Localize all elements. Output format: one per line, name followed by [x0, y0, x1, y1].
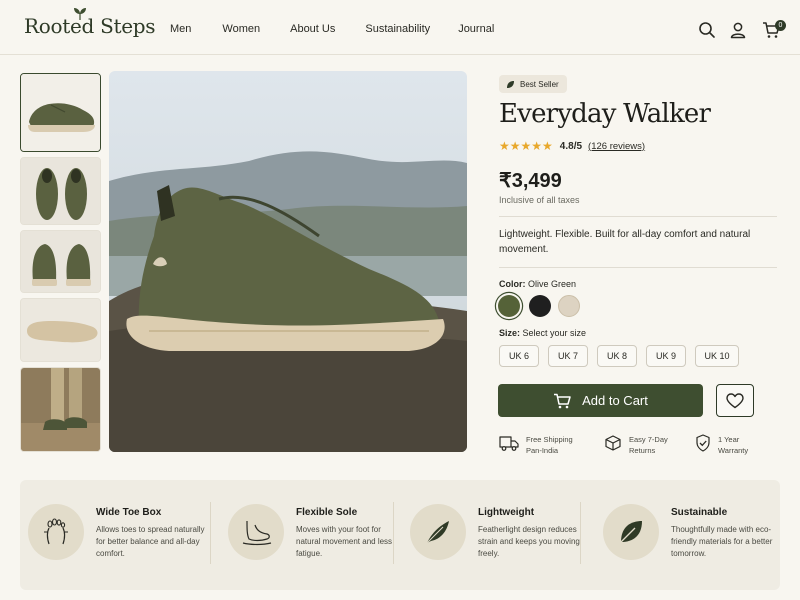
size-option-uk9[interactable]: UK 9 — [646, 345, 686, 367]
size-label: Size: Select your size — [499, 328, 587, 338]
feature-divider — [393, 502, 394, 564]
divider — [499, 267, 777, 268]
heart-icon — [726, 392, 744, 408]
nav-item-sustainability[interactable]: Sustainability — [365, 23, 430, 35]
feature-desc-sustainable: Thoughtfully made with eco-friendly mate… — [671, 525, 773, 558]
size-option-uk8[interactable]: UK 8 — [597, 345, 637, 367]
search-icon[interactable] — [698, 21, 716, 39]
perk-free-shipping: Free Shipping Pan-India — [499, 434, 573, 456]
perk-line2: Returns — [629, 446, 656, 455]
leaf-badge-icon — [507, 80, 514, 88]
foot-toes-icon — [44, 518, 68, 545]
perk-line1: 1 Year — [718, 435, 740, 444]
product-rating: ★★★★★ 4.8/5 (126 reviews) — [499, 139, 645, 153]
feature-divider — [210, 502, 211, 564]
color-swatch-beige[interactable] — [558, 295, 580, 317]
site-header: Rooted Steps Men Women About Us Sustaina… — [0, 0, 800, 55]
nav-item-about-us[interactable]: About Us — [290, 23, 335, 35]
tax-note: Inclusive of all taxes — [499, 195, 580, 205]
feature-title-sustainable: Sustainable — [671, 507, 728, 518]
feature-desc-lightweight: Featherlight design reduces strain and k… — [478, 525, 580, 558]
thumbnail-lifestyle[interactable] — [20, 367, 101, 452]
size-option-uk7[interactable]: UK 7 — [548, 345, 588, 367]
perk-line2: Warranty — [718, 446, 749, 455]
best-seller-badge: Best Seller — [499, 75, 567, 93]
color-label: Color: Olive Green — [499, 279, 577, 289]
shield-check-icon — [696, 434, 710, 452]
perk-line1: Easy 7-Day — [629, 435, 668, 444]
thumbnail-top-view[interactable] — [20, 157, 101, 225]
package-return-icon — [605, 435, 621, 451]
size-selector: UK 6 UK 7 UK 8 UK 9 UK 10 — [499, 345, 748, 367]
size-option-uk10[interactable]: UK 10 — [695, 345, 739, 367]
selected-color: Olive Green — [528, 279, 577, 289]
feature-icon-wrap — [410, 504, 466, 560]
cart-count-badge: 0 — [775, 20, 786, 31]
thumbnail-sole-view[interactable] — [20, 298, 101, 362]
color-swatch-olive[interactable] — [498, 295, 520, 317]
brand-name: Rooted Steps — [24, 14, 156, 38]
perk-line1: Free Shipping — [526, 435, 573, 444]
feature-divider — [580, 502, 581, 564]
feature-title-flexible-sole: Flexible Sole — [296, 507, 358, 518]
thumbnail-back-view[interactable] — [20, 230, 101, 293]
product-title: Everyday Walker — [499, 99, 711, 129]
size-hint: Select your size — [522, 328, 587, 338]
size-option-uk6[interactable]: UK 6 — [499, 345, 539, 367]
rating-value: 4.8/5 — [559, 140, 583, 152]
add-to-cart-button[interactable]: Add to Cart — [498, 384, 703, 417]
perk-returns: Easy 7-Day Returns — [604, 434, 668, 456]
feature-icon-wrap — [603, 504, 659, 560]
main-product-image[interactable] — [109, 71, 467, 452]
feature-desc-flexible-sole: Moves with your foot for natural movemen… — [296, 525, 393, 558]
reviews-link[interactable]: (126 reviews) — [588, 141, 645, 152]
product-price: ₹3,499 — [499, 170, 562, 192]
color-swatch-black[interactable] — [529, 295, 551, 317]
nav-item-journal[interactable]: Journal — [458, 23, 494, 35]
thumbnail-side-view[interactable] — [20, 73, 101, 152]
feature-title-wide-toe-box: Wide Toe Box — [96, 507, 162, 518]
nav-item-men[interactable]: Men — [170, 23, 191, 35]
perk-warranty: 1 Year Warranty — [695, 434, 748, 456]
divider — [499, 216, 777, 217]
wishlist-button[interactable] — [716, 384, 754, 417]
cart-icon — [554, 393, 571, 408]
feature-icon-wrap — [28, 504, 84, 560]
rating-stars: ★★★★★ — [499, 139, 553, 153]
truck-icon — [499, 436, 519, 451]
feature-title-lightweight: Lightweight — [478, 507, 535, 518]
main-nav: Men Women About Us Sustainability Journa… — [170, 23, 494, 35]
feature-icon-wrap — [228, 504, 284, 560]
nav-item-women[interactable]: Women — [222, 23, 260, 35]
brand-logo[interactable]: Rooted Steps — [24, 8, 156, 38]
features-panel: Wide Toe Box Allows toes to spread natur… — [20, 480, 780, 590]
add-to-cart-label: Add to Cart — [582, 393, 648, 408]
product-description: Lightweight. Flexible. Built for all-day… — [499, 229, 751, 255]
feature-desc-wide-toe-box: Allows toes to spread naturally for bett… — [96, 525, 205, 558]
feather-icon — [426, 521, 449, 544]
badge-label: Best Seller — [520, 79, 559, 89]
leaf-icon — [620, 521, 642, 543]
user-icon[interactable] — [729, 21, 747, 39]
perk-line2: Pan-India — [526, 446, 559, 455]
leaf-logo-icon — [74, 8, 86, 20]
flexible-foot-icon — [242, 520, 272, 546]
